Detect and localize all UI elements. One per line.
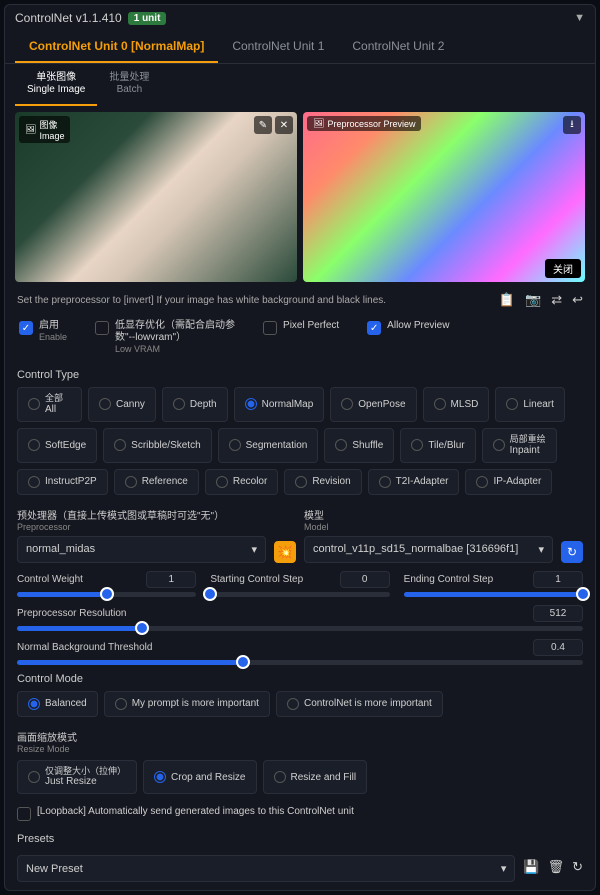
ending-step-slider[interactable]	[404, 592, 583, 597]
ending-step-value[interactable]: 1	[533, 571, 583, 588]
tab-single-image[interactable]: 单张图像 Single Image	[15, 68, 97, 106]
control-type-title: Control Type	[17, 369, 583, 381]
chevron-down-icon: ▾	[251, 543, 257, 556]
edit-image-icon[interactable]: ✎	[254, 116, 272, 134]
preset-select[interactable]: New Preset ▾	[17, 855, 515, 882]
control-type-revision[interactable]: Revision	[284, 469, 361, 495]
enable-checkbox[interactable]	[19, 321, 33, 335]
resize-mode-option[interactable]: Crop and Resize	[143, 760, 256, 795]
control-type-instructpp[interactable]: InstructP2P	[17, 469, 108, 495]
enable-label: 启用Enable	[39, 320, 67, 343]
send-back-icon[interactable]: ↩	[572, 292, 583, 308]
model-label: 模型	[304, 511, 324, 522]
preprocessor-hint: Set the preprocessor to [invert] If your…	[17, 295, 491, 306]
image-icon: 🖼	[313, 118, 324, 129]
control-type-segmentation[interactable]: Segmentation	[218, 428, 319, 463]
delete-preset-icon[interactable]: 🗑	[548, 859, 565, 875]
control-type-depth[interactable]: Depth	[162, 387, 228, 422]
image-tabs: 单张图像 Single Image 批量处理 Batch	[5, 64, 595, 106]
collapse-icon[interactable]: ▼	[574, 12, 585, 24]
preprocessor-select[interactable]: normal_midas ▾	[17, 536, 266, 563]
swap-icon[interactable]: ⇄	[551, 292, 562, 308]
control-weight-value[interactable]: 1	[146, 571, 196, 588]
control-type-openpose[interactable]: OpenPose	[330, 387, 416, 422]
control-type-reference[interactable]: Reference	[114, 469, 199, 495]
control-type-all[interactable]: 全部All	[17, 387, 82, 422]
lowvram-checkbox[interactable]	[95, 321, 109, 335]
control-mode-option[interactable]: Balanced	[17, 691, 98, 717]
camera-icon[interactable]: 📷	[525, 292, 541, 308]
resize-mode-option[interactable]: 仅调整大小（拉伸）Just Resize	[17, 760, 137, 795]
control-type-scribblesketch[interactable]: Scribble/Sketch	[103, 428, 211, 463]
control-type-mlsd[interactable]: MLSD	[423, 387, 490, 422]
tab-unit-0[interactable]: ControlNet Unit 0 [NormalMap]	[15, 31, 218, 63]
image-icon: 🖼	[25, 124, 36, 135]
close-preview-button[interactable]: 关闭	[545, 259, 581, 278]
unit-tabs: ControlNet Unit 0 [NormalMap] ControlNet…	[5, 31, 595, 64]
control-type-group: 全部AllCannyDepthNormalMapOpenPoseMLSDLine…	[17, 387, 583, 495]
control-type-ipadapter[interactable]: IP-Adapter	[465, 469, 552, 495]
normal-threshold-slider[interactable]	[17, 660, 583, 665]
clipboard-icon[interactable]: 📋	[499, 292, 515, 308]
control-weight-slider[interactable]	[17, 592, 196, 597]
source-image-area[interactable]: 🖼 图像Image ✎ ✕	[15, 112, 297, 282]
tab-unit-2[interactable]: ControlNet Unit 2	[338, 31, 458, 63]
control-mode-group: BalancedMy prompt is more importantContr…	[17, 691, 583, 717]
panel-title: ControlNet v1.1.410	[15, 11, 122, 25]
resize-mode-option[interactable]: Resize and Fill	[263, 760, 368, 795]
ending-step-label: Ending Control Step	[404, 574, 494, 585]
starting-step-label: Starting Control Step	[210, 574, 303, 585]
control-type-tileblur[interactable]: Tile/Blur	[400, 428, 475, 463]
preprocessor-resolution-value[interactable]: 512	[533, 605, 583, 622]
model-select[interactable]: control_v11p_sd15_normalbae [316696f1] ▾	[304, 536, 553, 563]
pixel-perfect-checkbox[interactable]	[263, 321, 277, 335]
control-type-lineart[interactable]: Lineart	[495, 387, 565, 422]
control-mode-option[interactable]: ControlNet is more important	[276, 691, 443, 717]
control-type-shuffle[interactable]: Shuffle	[324, 428, 394, 463]
starting-step-value[interactable]: 0	[340, 571, 390, 588]
save-preset-icon[interactable]: 💾	[523, 859, 539, 875]
normal-threshold-label: Normal Background Threshold	[17, 642, 152, 653]
allow-preview-label: Allow Preview	[387, 320, 449, 332]
allow-preview-checkbox[interactable]	[367, 321, 381, 335]
download-preview-icon[interactable]: ⭳	[563, 116, 581, 134]
tab-unit-1[interactable]: ControlNet Unit 1	[218, 31, 338, 63]
remove-image-icon[interactable]: ✕	[275, 116, 293, 134]
control-type-recolor[interactable]: Recolor	[205, 469, 278, 495]
loopback-label: [Loopback] Automatically send generated …	[37, 806, 354, 818]
refresh-models-button[interactable]: ↻	[561, 541, 583, 563]
presets-title: Presets	[17, 833, 583, 845]
source-image-label: 🖼 图像Image	[19, 116, 70, 143]
control-type-inpaint[interactable]: 局部重绘Inpaint	[482, 428, 557, 463]
tab-batch[interactable]: 批量处理 Batch	[97, 68, 161, 106]
refresh-preset-icon[interactable]: ↻	[572, 859, 583, 875]
run-preprocessor-button[interactable]: 💥	[274, 541, 296, 563]
control-type-normalmap[interactable]: NormalMap	[234, 387, 325, 422]
preview-image-area[interactable]: 🖼 Preprocessor Preview ⭳ 关闭	[303, 112, 585, 282]
preprocessor-label: 预处理器（直接上传模式图或草稿时可选"无"）	[17, 511, 224, 522]
control-type-canny[interactable]: Canny	[88, 387, 156, 422]
control-weight-label: Control Weight	[17, 574, 83, 585]
control-type-softedge[interactable]: SoftEdge	[17, 428, 97, 463]
unit-badge: 1 unit	[128, 12, 167, 25]
preprocessor-resolution-slider[interactable]	[17, 626, 583, 631]
starting-step-slider[interactable]	[210, 592, 389, 597]
resize-mode-title: 画面缩放模式 Resize Mode	[17, 729, 583, 754]
preview-image-label: 🖼 Preprocessor Preview	[307, 116, 421, 131]
preprocessor-resolution-label: Preprocessor Resolution	[17, 608, 127, 619]
resize-mode-group: 仅调整大小（拉伸）Just ResizeCrop and ResizeResiz…	[17, 760, 583, 795]
control-mode-title: Control Mode	[17, 673, 583, 685]
normal-threshold-value[interactable]: 0.4	[533, 639, 583, 656]
control-type-tiadapter[interactable]: T2I-Adapter	[368, 469, 460, 495]
pixel-perfect-label: Pixel Perfect	[283, 320, 339, 332]
control-mode-option[interactable]: My prompt is more important	[104, 691, 270, 717]
chevron-down-icon: ▾	[501, 862, 507, 875]
lowvram-label: 低显存优化（需配合启动参数"--lowvram"）Low VRAM	[115, 320, 235, 355]
chevron-down-icon: ▾	[538, 543, 544, 556]
loopback-checkbox[interactable]	[17, 807, 31, 821]
